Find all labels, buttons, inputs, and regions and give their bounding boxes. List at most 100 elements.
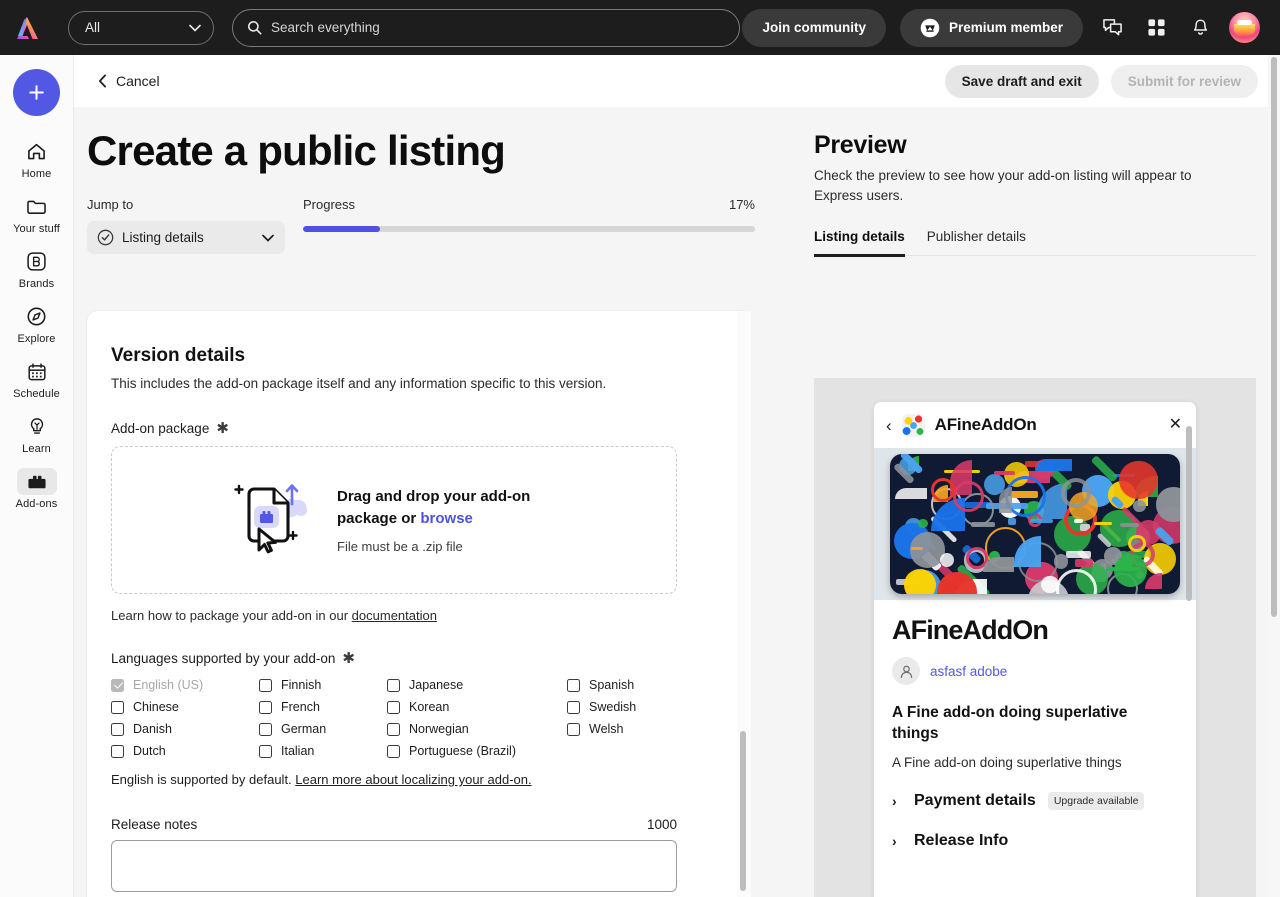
- browse-link[interactable]: browse: [420, 510, 473, 527]
- language-checkbox-item[interactable]: Italian: [259, 744, 387, 758]
- release-notes-counter: 1000: [646, 817, 677, 832]
- language-checkbox-item[interactable]: Portuguese (Brazil): [387, 744, 567, 758]
- addon-package-label: Add-on package ✱: [111, 421, 750, 436]
- sidebar-item-add-ons[interactable]: Add-ons: [6, 462, 68, 514]
- release-notes-header: Release notes 1000: [111, 817, 677, 832]
- cancel-label: Cancel: [116, 73, 160, 89]
- checkbox-icon[interactable]: [259, 722, 272, 736]
- sidebar-item-brands[interactable]: Brands: [6, 242, 68, 294]
- language-label: Japanese: [409, 678, 464, 692]
- checkbox-icon[interactable]: [387, 678, 400, 692]
- language-checkbox-item[interactable]: German: [259, 722, 387, 736]
- language-label: Italian: [281, 744, 315, 758]
- page-scrollbar[interactable]: [1268, 55, 1280, 897]
- sidebar-item-explore[interactable]: Explore: [6, 297, 68, 349]
- sidebar-item-home[interactable]: Home: [6, 132, 68, 184]
- language-checkbox-item[interactable]: Welsh: [567, 722, 687, 736]
- calendar-icon: [17, 358, 57, 385]
- dropzone-main-text: Drag and drop your add-on package or bro…: [337, 486, 565, 529]
- documentation-link[interactable]: documentation: [352, 608, 437, 623]
- checkbox-icon[interactable]: [111, 744, 124, 758]
- language-label: German: [281, 722, 327, 736]
- left-column: Create a public listing Jump to Listing …: [74, 107, 806, 897]
- close-icon[interactable]: ✕: [1169, 417, 1182, 433]
- folder-icon: [17, 193, 57, 220]
- version-details-card: Version details This includes the add-on…: [87, 311, 750, 897]
- language-checkbox-item[interactable]: Norwegian: [387, 722, 567, 736]
- meta-row: Jump to Listing details Progress 17%: [87, 197, 806, 254]
- bell-icon[interactable]: [1185, 13, 1215, 43]
- checkbox-icon[interactable]: [111, 722, 124, 736]
- preview-author-link[interactable]: asfasf adobe: [930, 664, 1007, 679]
- language-checkbox-item[interactable]: Danish: [111, 722, 259, 736]
- language-checkbox-item[interactable]: Chinese: [111, 700, 259, 714]
- checkbox-icon[interactable]: [567, 700, 580, 714]
- language-label: Portuguese (Brazil): [409, 744, 516, 758]
- language-checkbox-item[interactable]: Swedish: [567, 700, 687, 714]
- join-community-button[interactable]: Join community: [742, 8, 886, 47]
- preview-hero-image: [874, 448, 1196, 600]
- save-draft-and-exit-button[interactable]: Save draft and exit: [944, 64, 1099, 98]
- release-notes-input[interactable]: [111, 840, 677, 892]
- progress-bar-fill: [303, 226, 380, 232]
- premium-member-button[interactable]: Premium member: [899, 8, 1083, 47]
- tab-listing-details[interactable]: Listing details: [814, 229, 905, 257]
- checkbox-icon[interactable]: [387, 700, 400, 714]
- body-area: Create a public listing Jump to Listing …: [74, 107, 1280, 897]
- sidebar-item-label: Home: [21, 168, 52, 180]
- lightbulb-icon: [17, 413, 57, 440]
- language-checkbox-item[interactable]: Japanese: [387, 678, 567, 692]
- language-checkbox-item[interactable]: Korean: [387, 700, 567, 714]
- sidebar-item-schedule[interactable]: Schedule: [6, 352, 68, 404]
- language-label: Danish: [133, 722, 172, 736]
- checkbox-icon[interactable]: [111, 700, 124, 714]
- checkbox-icon[interactable]: [259, 678, 272, 692]
- checkbox-icon[interactable]: [387, 722, 400, 736]
- preview-section-label: Release Info: [914, 832, 1009, 850]
- languages-note-prefix: English is supported by default.: [111, 772, 296, 787]
- language-checkbox-item: English (US): [111, 678, 259, 692]
- apps-grid-icon[interactable]: [1141, 13, 1171, 43]
- search-scope-dropdown[interactable]: All: [68, 10, 214, 45]
- chat-bubble-icon[interactable]: [1097, 13, 1127, 43]
- sidebar-item-label: Schedule: [13, 388, 60, 400]
- preview-section-release-info[interactable]: › Release Info: [892, 832, 1178, 850]
- jump-to-dropdown[interactable]: Listing details: [87, 221, 285, 254]
- sidebar-item-your-stuff[interactable]: Your stuff: [6, 187, 68, 239]
- checkbox-icon[interactable]: [387, 744, 400, 758]
- language-checkbox-item[interactable]: Spanish: [567, 678, 687, 692]
- search-input[interactable]: Search everything: [232, 8, 740, 47]
- jump-to-value: Listing details: [122, 230, 204, 245]
- create-new-button[interactable]: [13, 69, 60, 116]
- addon-package-dropzone[interactable]: Drag and drop your add-on package or bro…: [111, 446, 677, 594]
- checkbox-icon[interactable]: [567, 722, 580, 736]
- topbar-right-group: Join community Premium member: [742, 8, 1280, 47]
- preview-card-scrollbar-thumb[interactable]: [1186, 426, 1192, 601]
- avatar[interactable]: [1229, 12, 1260, 43]
- sidebar-item-label: Brands: [18, 278, 55, 290]
- checkbox-icon[interactable]: [259, 744, 272, 758]
- checkbox-icon[interactable]: [567, 678, 580, 692]
- adobe-express-logo-icon[interactable]: [0, 15, 54, 41]
- tab-publisher-details[interactable]: Publisher details: [927, 229, 1026, 255]
- language-checkbox-item[interactable]: Finnish: [259, 678, 387, 692]
- sidebar-item-learn[interactable]: Learn: [6, 407, 68, 459]
- language-label: Korean: [409, 700, 450, 714]
- chevron-down-icon: [189, 24, 201, 32]
- form-scrollbar-thumb[interactable]: [740, 731, 746, 891]
- home-icon: [17, 138, 57, 165]
- preview-section-payment-details[interactable]: › Payment details Upgrade available: [892, 792, 1178, 811]
- chevron-left-icon[interactable]: ‹: [886, 417, 892, 434]
- cancel-button[interactable]: Cancel: [98, 73, 160, 89]
- preview-summary: A Fine add-on doing superlative things: [892, 704, 1128, 743]
- language-checkbox-item[interactable]: French: [259, 700, 387, 714]
- language-checkbox-item[interactable]: Dutch: [111, 744, 259, 758]
- preview-author-row: asfasf adobe: [892, 657, 1178, 686]
- form-scrollbar[interactable]: [737, 311, 751, 897]
- page-scrollbar-thumb[interactable]: [1271, 57, 1277, 617]
- language-label: Spanish: [589, 678, 635, 692]
- checkbox-icon[interactable]: [259, 700, 272, 714]
- localizing-link[interactable]: Learn more about localizing your add-on.: [295, 772, 531, 787]
- form-content: Version details This includes the add-on…: [87, 311, 750, 897]
- language-label: French: [281, 700, 320, 714]
